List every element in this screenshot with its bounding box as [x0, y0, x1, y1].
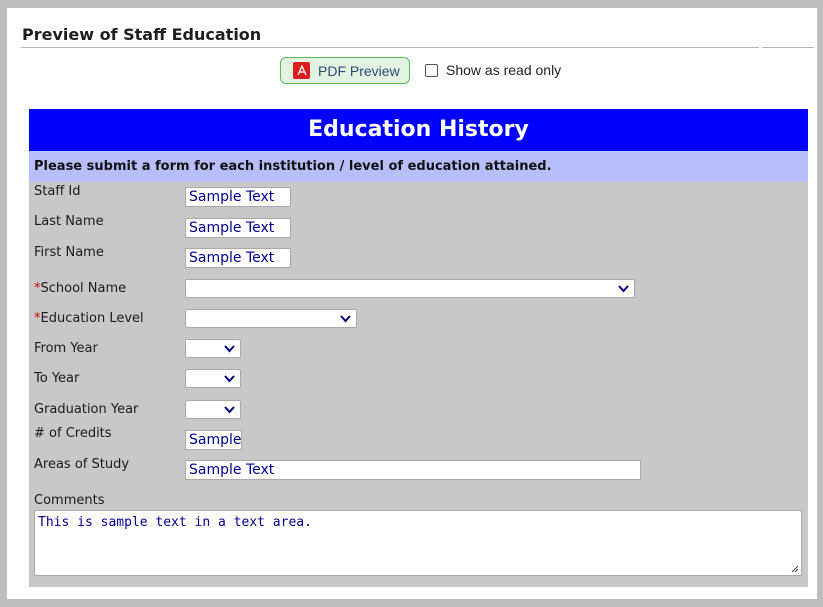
chevron-down-icon [224, 345, 235, 353]
chevron-down-icon [224, 375, 235, 383]
page-title: Preview of Staff Education [22, 25, 262, 44]
chevron-down-icon [224, 406, 235, 414]
from-year-label: From Year [34, 341, 98, 356]
chevron-down-icon [340, 315, 351, 323]
form-header: Education History [29, 109, 808, 151]
title-divider [21, 47, 759, 48]
first-name-label: First Name [34, 245, 104, 260]
to-year-select[interactable] [185, 369, 241, 388]
areas-of-study-field[interactable]: Sample Text [185, 460, 641, 480]
read-only-checkbox[interactable] [425, 64, 438, 77]
read-only-label[interactable]: Show as read only [446, 62, 561, 78]
last-name-field[interactable]: Sample Text [185, 218, 291, 238]
credits-field[interactable]: Sample [185, 430, 242, 450]
chevron-down-icon [618, 285, 629, 293]
from-year-select[interactable] [185, 339, 241, 358]
resize-grip-icon[interactable] [791, 565, 799, 573]
comments-textarea[interactable]: This is sample text in a text area. [34, 510, 802, 576]
to-year-label: To Year [34, 371, 80, 386]
graduation-year-label: Graduation Year [34, 402, 139, 417]
comments-text: This is sample text in a text area. [38, 515, 312, 530]
education-level-label: *Education Level [34, 311, 144, 326]
comments-label: Comments [34, 493, 105, 508]
form-instructions: Please submit a form for each institutio… [29, 151, 808, 182]
school-name-label: *School Name [34, 281, 127, 296]
title-divider-right [762, 47, 814, 48]
first-name-field[interactable]: Sample Text [185, 248, 291, 268]
school-name-select[interactable] [185, 279, 635, 298]
areas-of-study-label: Areas of Study [34, 457, 130, 472]
staff-id-field[interactable]: Sample Text [185, 187, 291, 207]
education-history-form: Education History Please submit a form f… [29, 109, 808, 587]
staff-id-label: Staff Id [34, 184, 81, 199]
last-name-label: Last Name [34, 214, 104, 229]
graduation-year-select[interactable] [185, 400, 241, 419]
education-level-select[interactable] [185, 309, 357, 328]
pdf-preview-label: PDF Preview [318, 62, 400, 79]
pdf-file-icon [293, 62, 310, 79]
pdf-preview-button[interactable]: PDF Preview [280, 57, 410, 84]
credits-label: # of Credits [34, 426, 112, 441]
